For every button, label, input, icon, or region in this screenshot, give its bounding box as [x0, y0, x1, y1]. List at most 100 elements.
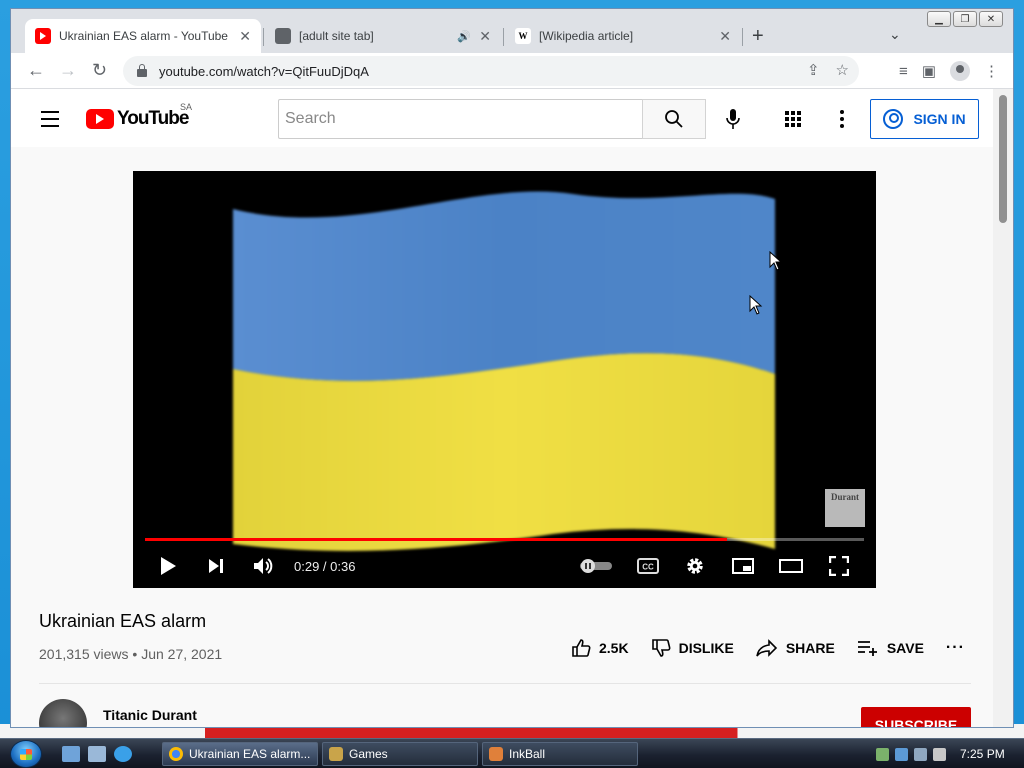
miniplayer-button[interactable] [730, 553, 756, 579]
channel-name[interactable]: Titanic Durant [103, 707, 197, 723]
fullscreen-button[interactable] [826, 553, 852, 579]
autoplay-toggle[interactable] [579, 553, 613, 579]
forward-arrow-icon[interactable]: → [59, 60, 77, 81]
tab-third[interactable]: W [Wikipedia article] ✕ [505, 19, 741, 53]
save-button[interactable]: SAVE [857, 640, 924, 656]
tab-title: [Wikipedia article] [539, 29, 634, 43]
clock[interactable]: 7:25 PM [960, 747, 1005, 761]
tab-search-chevron-icon[interactable]: ⌄ [889, 26, 901, 43]
tray-app-icon[interactable] [876, 747, 889, 761]
switch-windows-icon[interactable] [88, 746, 106, 762]
tab-separator [742, 28, 743, 46]
share-label: SHARE [785, 640, 835, 656]
channel-avatar[interactable] [39, 699, 87, 727]
tab-second[interactable]: [adult site tab] 🔊 ✕ [265, 19, 501, 53]
search-field[interactable] [278, 99, 642, 139]
save-label: SAVE [886, 640, 924, 656]
tab-youtube[interactable]: Ukrainian EAS alarm - YouTube ✕ [25, 19, 261, 53]
youtube-icon [35, 28, 51, 44]
tray-app-icon[interactable] [895, 747, 908, 761]
apps-grid-icon[interactable] [785, 111, 801, 127]
close-tab-icon[interactable]: ✕ [479, 28, 491, 45]
address-bar[interactable]: youtube.com/watch?v=QitFuuDjDqA ⇪ ☆ [123, 56, 859, 86]
video-player[interactable]: Durant 0:29 / 0:36 CC [133, 171, 876, 588]
system-tray: 7:25 PM [870, 739, 1024, 768]
browser-menu-icon[interactable]: ⋮ [984, 62, 999, 80]
scrollbar-thumb[interactable] [999, 95, 1007, 223]
network-icon[interactable] [914, 747, 927, 761]
lock-icon[interactable] [137, 64, 147, 77]
tab-title: Ukrainian EAS alarm - YouTube [59, 29, 228, 43]
settings-button[interactable] [682, 553, 708, 579]
close-tab-icon[interactable]: ✕ [719, 28, 731, 45]
voice-search-button[interactable] [719, 105, 747, 133]
ukraine-flag-frame [233, 191, 775, 551]
taskbar-item-browser[interactable]: Ukrainian EAS alarm... [162, 742, 318, 766]
thumbs-up-icon [572, 639, 591, 657]
captions-button[interactable]: CC [635, 553, 661, 579]
inkball-icon [489, 747, 503, 761]
channel-watermark[interactable]: Durant [825, 489, 865, 527]
reload-icon[interactable]: ↻ [92, 60, 107, 81]
minimize-button[interactable]: ▁ [927, 11, 951, 27]
settings-more-icon[interactable] [840, 110, 844, 128]
new-tab-button[interactable]: + [752, 25, 764, 48]
more-actions-icon[interactable]: ··· [946, 639, 965, 657]
autoplay-toggle-icon [580, 559, 612, 573]
user-icon [883, 109, 904, 129]
volume-button[interactable] [251, 553, 277, 579]
theater-mode-button[interactable] [778, 553, 804, 579]
search-input[interactable] [285, 110, 642, 128]
bookmark-star-icon[interactable]: ☆ [836, 61, 849, 79]
like-count: 2.5K [599, 640, 629, 656]
back-arrow-icon[interactable]: ← [27, 60, 45, 81]
browser-window: Ukrainian EAS alarm - YouTube ✕ [adult s… [10, 8, 1014, 728]
region-code: SA [180, 102, 193, 112]
play-icon [161, 557, 176, 575]
video-meta: 201,315 views • Jun 27, 2021 [39, 646, 223, 662]
progress-bar[interactable] [145, 538, 864, 541]
toolbar-right-icons: ≡ ▣ ⋮ [899, 61, 999, 81]
upload-date: Jun 27, 2021 [141, 646, 223, 662]
internet-explorer-icon[interactable] [114, 746, 132, 762]
page-scrollbar[interactable] [993, 89, 1013, 727]
sign-in-button[interactable]: SIGN IN [870, 99, 979, 139]
section-divider [39, 683, 971, 684]
like-button[interactable]: 2.5K [571, 638, 629, 658]
video-actions: 2.5K DISLIKE SHARE SAVE ··· [571, 638, 965, 658]
start-button[interactable] [10, 740, 42, 768]
taskbar: Ukrainian EAS alarm... Games InkBall 7:2… [0, 738, 1024, 768]
dislike-button[interactable]: DISLIKE [651, 638, 734, 658]
side-panel-icon[interactable]: ▣ [922, 62, 936, 80]
share-icon[interactable]: ⇪ [807, 61, 820, 79]
window-controls: ▁ ❐ ✕ [927, 11, 1003, 27]
tab-strip: Ukrainian EAS alarm - YouTube ✕ [adult s… [11, 9, 1013, 53]
show-desktop-icon[interactable] [62, 746, 80, 762]
share-button[interactable]: SHARE [756, 639, 835, 657]
subscribe-button[interactable]: SUBSCRIBE [861, 707, 971, 727]
next-button[interactable] [203, 553, 229, 579]
media-control-icon[interactable]: ≡ [899, 63, 908, 80]
site-icon [275, 28, 291, 44]
taskbar-item-games[interactable]: Games [322, 742, 478, 766]
close-window-button[interactable]: ✕ [979, 11, 1003, 27]
taskbar-item-inkball[interactable]: InkBall [482, 742, 638, 766]
hamburger-menu-icon[interactable] [41, 111, 59, 132]
video-title: Ukrainian EAS alarm [39, 611, 207, 631]
youtube-logo[interactable]: YouTube SA [86, 102, 192, 130]
closed-captions-icon: CC [637, 558, 659, 574]
play-button[interactable] [155, 553, 181, 579]
maximize-button[interactable]: ❐ [953, 11, 977, 27]
search-icon [665, 110, 683, 128]
close-tab-icon[interactable]: ✕ [239, 28, 251, 45]
volume-tray-icon[interactable] [933, 747, 946, 761]
player-controls: 0:29 / 0:36 CC [133, 547, 876, 585]
search-button[interactable] [642, 99, 706, 139]
microphone-icon [726, 109, 740, 129]
add-to-playlist-icon [857, 641, 877, 656]
speaker-icon[interactable]: 🔊 [457, 30, 471, 43]
profile-avatar-icon[interactable] [950, 61, 970, 81]
chrome-icon [169, 747, 183, 761]
tab-title: [adult site tab] [299, 29, 374, 43]
quick-launch [62, 746, 132, 762]
